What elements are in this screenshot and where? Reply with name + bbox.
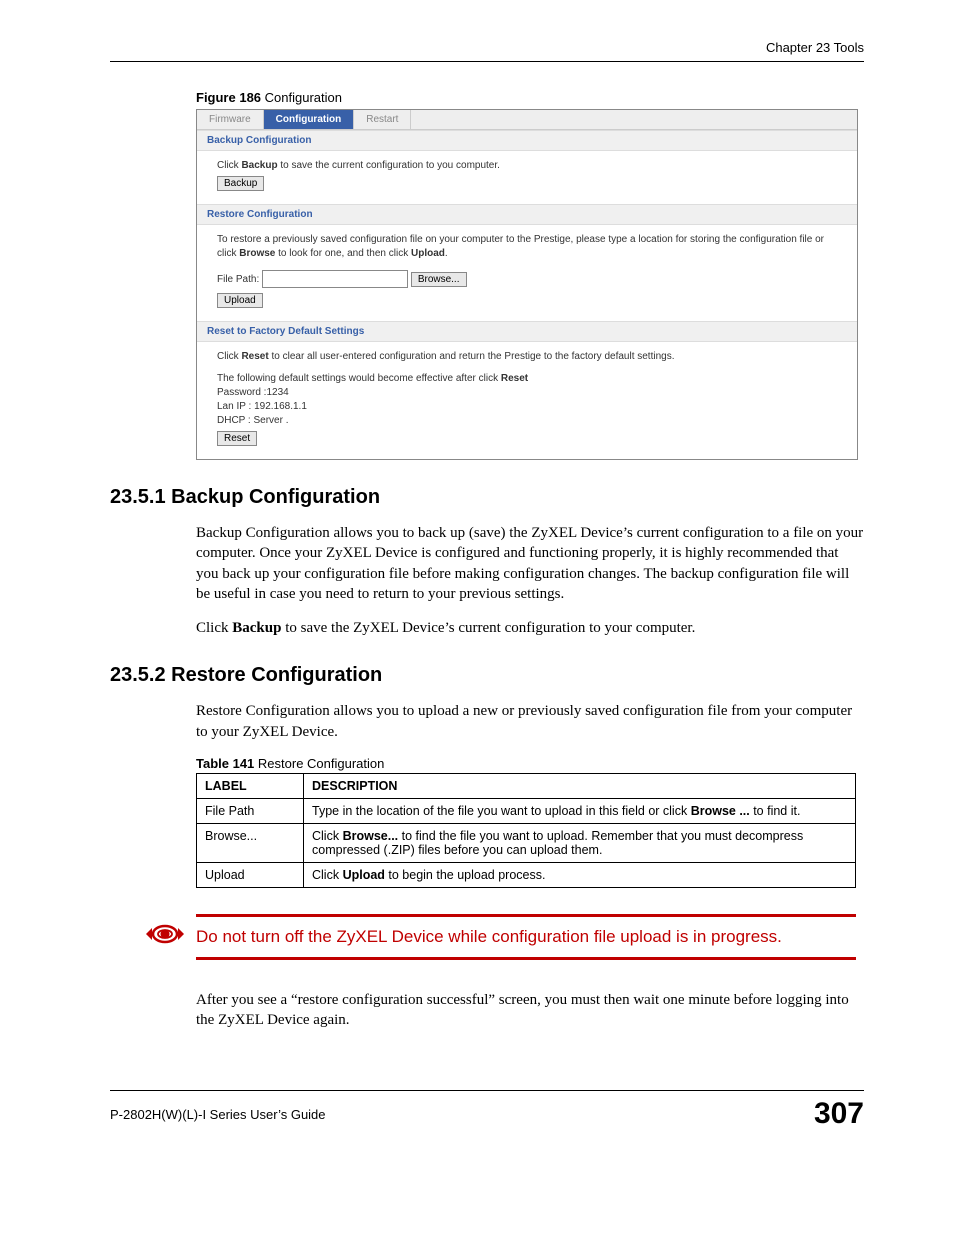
para-backup-1: Backup Configuration allows you to back … [196,523,864,604]
table-caption-num: Table 141 [196,756,254,771]
figure-caption-num: Figure 186 [196,90,261,105]
table-row: Browse... Click Browse... to find the fi… [197,823,856,862]
cell-filepath-desc: Type in the location of the file you wan… [304,798,856,823]
reset-line2-bold: Reset [501,373,528,384]
restore-section-body: To restore a previously saved configurat… [197,225,857,321]
restore-text-bold2: Upload [411,248,445,259]
tab-restart[interactable]: Restart [354,110,411,129]
backup-text-bold: Backup [241,160,277,171]
tab-firmware[interactable]: Firmware [197,110,264,129]
cell-upload-desc: Click Upload to begin the upload process… [304,862,856,887]
chapter-label: Chapter 23 Tools [110,40,864,55]
table-row: Upload Click Upload to begin the upload … [197,862,856,887]
footer-guide-title: P-2802H(W)(L)-I Series User’s Guide [110,1107,326,1122]
reset-section-header: Reset to Factory Default Settings [197,321,857,342]
para-backup-2: Click Backup to save the ZyXEL Device’s … [196,618,864,638]
heading-backup-configuration: 23.5.1 Backup Configuration [110,486,864,509]
para-backup-2-pre: Click [196,620,232,636]
para-backup-2-post: to save the ZyXEL Device’s current confi… [281,620,695,636]
table-row: File Path Type in the location of the fi… [197,798,856,823]
tab-bar: Firmware Configuration Restart [197,110,857,130]
restore-text-end: . [445,248,448,259]
para-restore-1: Restore Configuration allows you to uplo… [196,701,864,742]
closing-paragraph: After you see a “restore configuration s… [196,990,864,1031]
backup-section-body: Click Backup to save the current configu… [197,151,857,204]
header-rule [110,61,864,62]
cell-filepath-label: File Path [197,798,304,823]
reset-line1-pre: Click [217,351,241,362]
page-footer: P-2802H(W)(L)-I Series User’s Guide 307 [110,1090,864,1131]
footer-page-number: 307 [814,1097,864,1131]
th-label: LABEL [197,773,304,798]
table-header-row: LABEL DESCRIPTION [197,773,856,798]
restore-configuration-table: LABEL DESCRIPTION File Path Type in the … [196,773,856,888]
configuration-screenshot: Firmware Configuration Restart Backup Co… [196,109,858,460]
reset-button[interactable]: Reset [217,431,257,446]
reset-default-lanip: Lan IP : 192.168.1.1 [217,401,307,412]
backup-text-pre: Click [217,160,241,171]
restore-section-header: Restore Configuration [197,204,857,225]
restore-text-mid: to look for one, and then click [275,248,411,259]
para-backup-2-bold: Backup [232,620,281,636]
file-path-label: File Path: [217,274,259,285]
reset-line1-bold: Reset [241,351,268,362]
reset-section-body: Click Reset to clear all user-entered co… [197,342,857,459]
browse-button[interactable]: Browse... [411,272,467,287]
restore-text-bold1: Browse [239,248,275,259]
cell-upload-label: Upload [197,862,304,887]
upload-button[interactable]: Upload [217,293,263,308]
table-caption: Table 141 Restore Configuration [196,756,864,771]
backup-button[interactable]: Backup [217,176,264,191]
eye-warning-icon [146,922,184,951]
reset-default-dhcp: DHCP : Server . [217,415,289,426]
reset-line1-post: to clear all user-entered configuration … [269,351,675,362]
backup-text-post: to save the current configuration to you… [278,160,500,171]
tab-configuration[interactable]: Configuration [264,110,355,129]
warning-rule-bottom [196,957,856,960]
reset-default-password: Password :1234 [217,387,289,398]
th-description: DESCRIPTION [304,773,856,798]
figure-caption-title: Configuration [261,90,342,105]
file-path-input[interactable] [262,270,408,288]
cell-browse-desc: Click Browse... to find the file you wan… [304,823,856,862]
figure-caption: Figure 186 Configuration [196,90,864,105]
table-caption-title: Restore Configuration [254,756,384,771]
reset-line2-pre: The following default settings would bec… [217,373,501,384]
heading-restore-configuration: 23.5.2 Restore Configuration [110,664,864,687]
warning-callout: Do not turn off the ZyXEL Device while c… [196,914,856,960]
warning-text: Do not turn off the ZyXEL Device while c… [196,917,856,957]
backup-section-header: Backup Configuration [197,130,857,151]
cell-browse-label: Browse... [197,823,304,862]
